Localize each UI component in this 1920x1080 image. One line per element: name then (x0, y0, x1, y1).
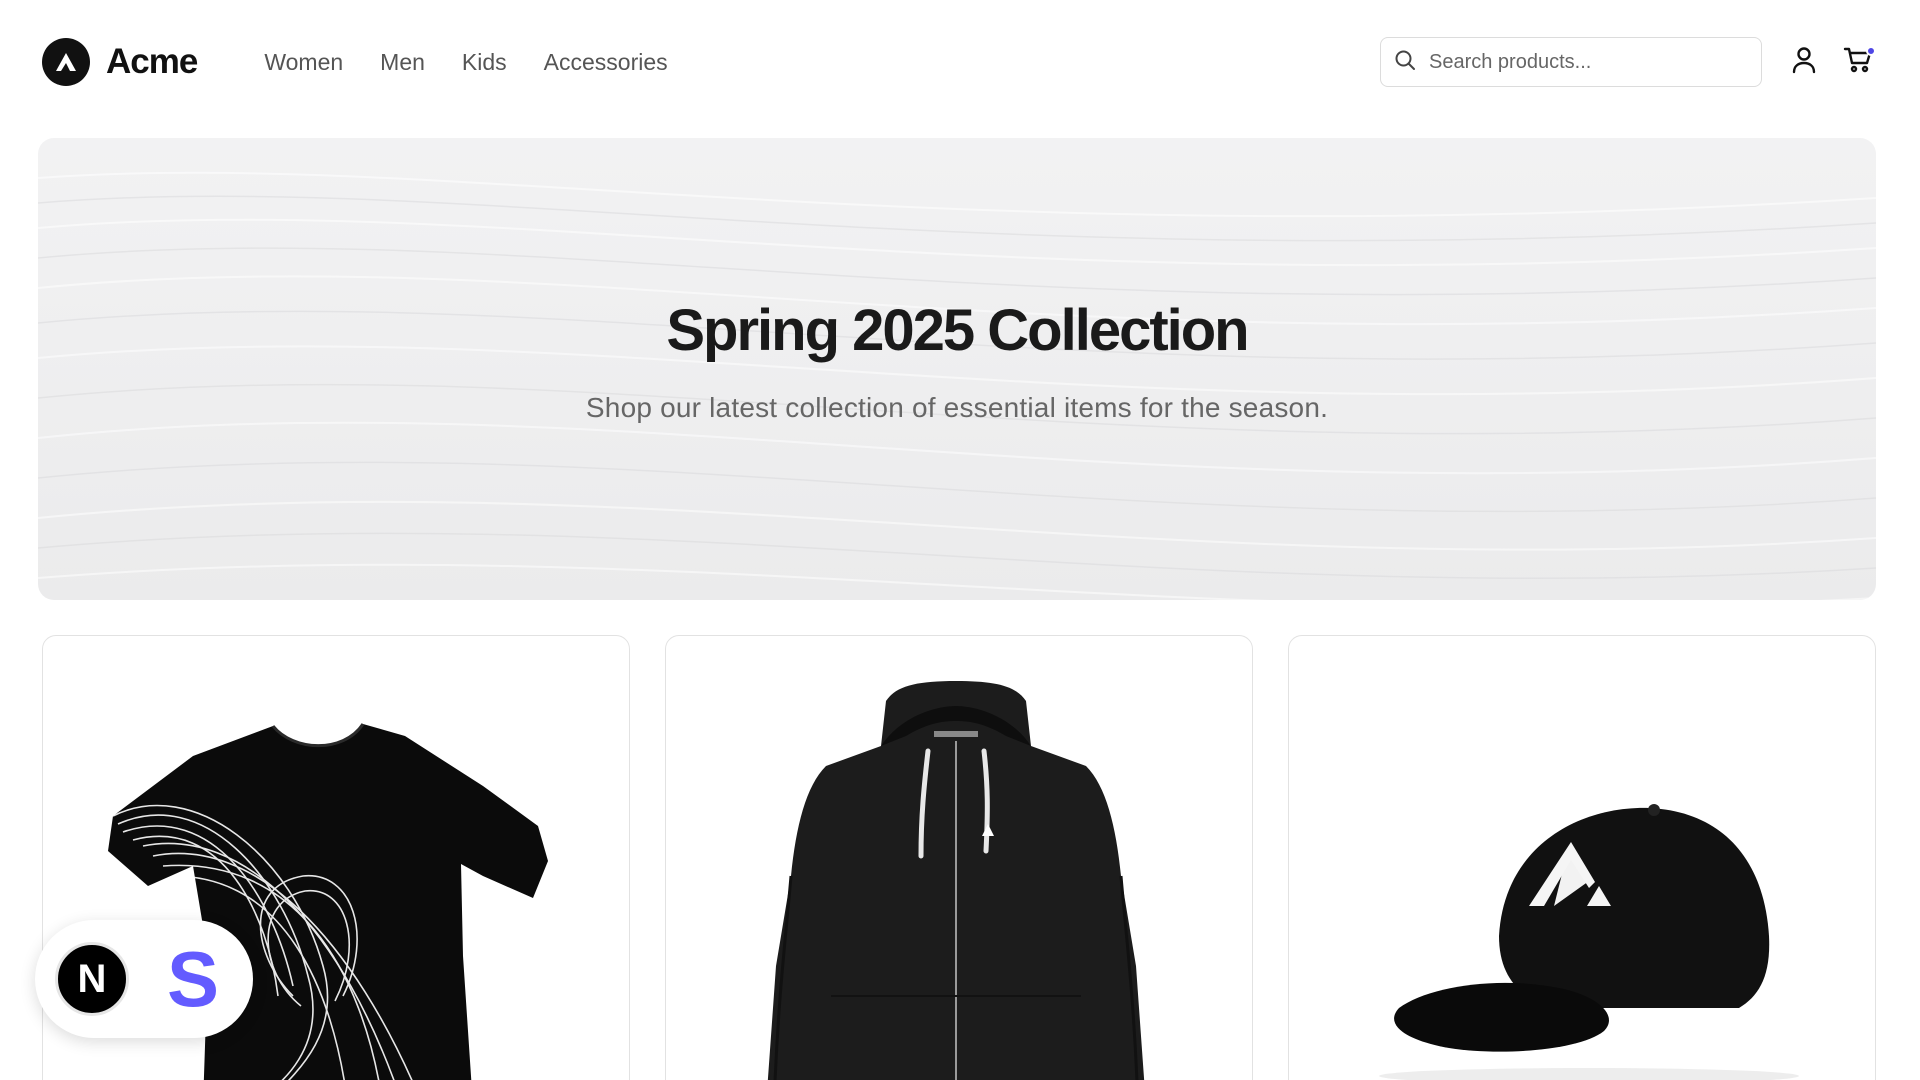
product-grid (42, 635, 1878, 1080)
hero-wave-background (38, 171, 1876, 600)
nav-item-kids[interactable]: Kids (462, 49, 507, 76)
main-nav: Women Men Kids Accessories (264, 49, 667, 76)
product-card-cap[interactable] (1288, 635, 1876, 1080)
acme-logo-icon (42, 38, 90, 86)
stripe-logo-icon: S (166, 934, 220, 1023)
search-input[interactable] (1429, 50, 1749, 74)
nav-item-men[interactable]: Men (380, 49, 425, 76)
user-icon (1791, 46, 1817, 79)
product-card-hoodie[interactable] (665, 635, 1253, 1080)
cap-image (1379, 804, 1799, 1080)
hero-banner: Spring 2025 Collection Shop our latest c… (38, 138, 1876, 600)
cart-button[interactable] (1838, 42, 1878, 82)
brand-name: Acme (106, 42, 198, 81)
storefront-page: Acme Women Men Kids Accessories Search p… (0, 0, 1920, 1080)
hoodie-image (767, 681, 1145, 1080)
search-box[interactable] (1380, 37, 1762, 87)
nav-item-women[interactable]: Women (264, 49, 343, 76)
cart-indicator-dot (1866, 46, 1876, 56)
account-button[interactable] (1784, 42, 1824, 82)
header-actions (1380, 37, 1878, 87)
hero-subtitle: Shop our latest collection of essential … (585, 391, 1329, 423)
brand[interactable]: Acme (42, 38, 198, 86)
search-icon (1393, 48, 1417, 77)
site-header: Acme Women Men Kids Accessories (0, 0, 1920, 124)
hero-title: Spring 2025 Collection (666, 297, 1249, 363)
nextjs-logo-icon: N (55, 942, 129, 1016)
framework-badge[interactable]: N S (35, 920, 253, 1038)
nav-item-accessories[interactable]: Accessories (544, 49, 668, 76)
